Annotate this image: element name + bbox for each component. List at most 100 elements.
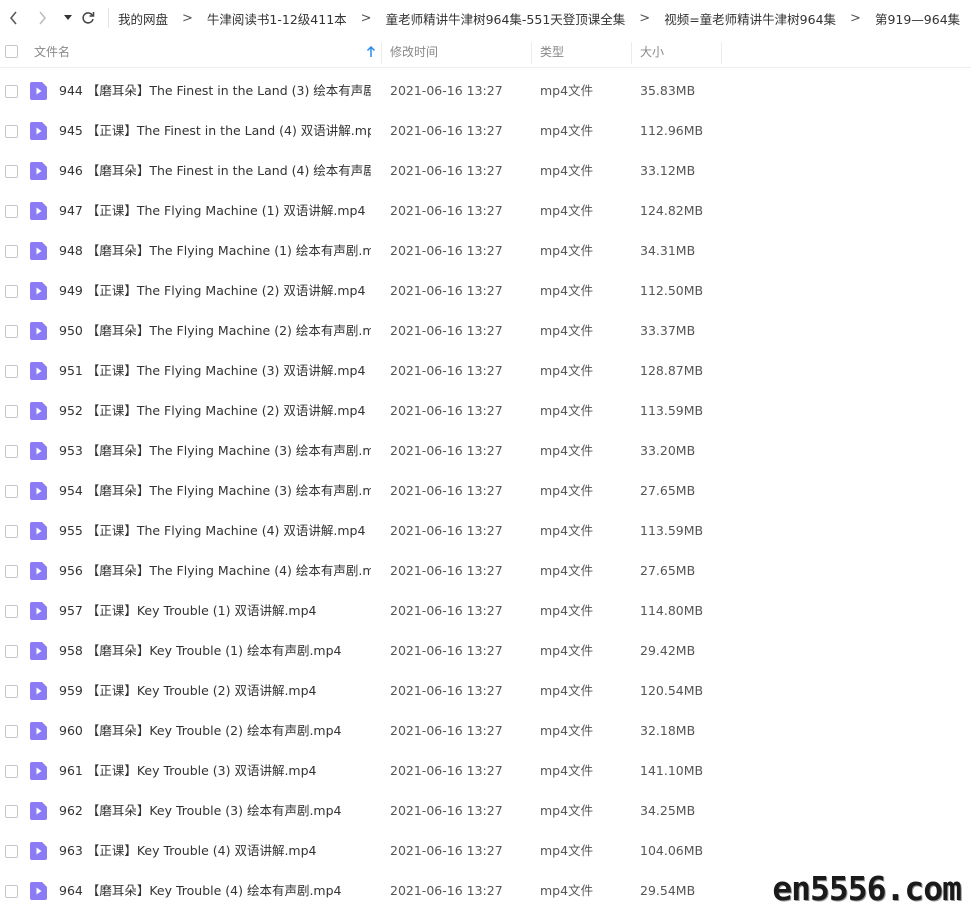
file-name[interactable]: 945 【正课】The Finest in the Land (4) 双语讲解.… [59,111,371,151]
row-checkbox[interactable] [5,125,18,138]
row-checkbox[interactable] [5,445,18,458]
file-row[interactable]: 952 【正课】The Flying Machine (2) 双语讲解.mp4 2… [0,391,971,431]
file-name[interactable]: 951 【正课】The Flying Machine (3) 双语讲解.mp4 [59,351,371,391]
file-type: mp4文件 [540,363,594,378]
file-row[interactable]: 951 【正课】The Flying Machine (3) 双语讲解.mp4 2… [0,351,971,391]
file-row[interactable]: 953 【磨耳朵】The Flying Machine (3) 绘本有声剧.mp… [0,431,971,471]
breadcrumb-separator[interactable]: > [850,11,861,26]
row-checkbox[interactable] [5,325,18,338]
row-checkbox[interactable] [5,565,18,578]
file-size: 128.87MB [640,363,704,378]
file-name[interactable]: 962 【磨耳朵】Key Trouble (3) 绘本有声剧.mp4 [59,791,371,831]
row-checkbox[interactable] [5,645,18,658]
caret-down-icon [64,15,72,20]
breadcrumb-item[interactable]: 童老师精讲牛津树964集-551天登顶课全集 [386,9,626,28]
sort-ascending-icon[interactable] [366,46,376,58]
file-name[interactable]: 948 【磨耳朵】The Flying Machine (1) 绘本有声剧.mp… [59,231,371,271]
row-checkbox[interactable] [5,685,18,698]
row-checkbox[interactable] [5,725,18,738]
row-checkbox[interactable] [5,765,18,778]
file-type: mp4文件 [540,403,594,418]
file-row[interactable]: 946 【磨耳朵】The Finest in the Land (4) 绘本有声… [0,151,971,191]
row-checkbox[interactable] [5,365,18,378]
file-size: 34.31MB [640,243,696,258]
file-row[interactable]: 948 【磨耳朵】The Flying Machine (1) 绘本有声剧.mp… [0,231,971,271]
refresh-button[interactable] [78,8,98,28]
file-row[interactable]: 944 【磨耳朵】The Finest in the Land (3) 绘本有声… [0,71,971,111]
video-file-icon [30,122,47,140]
file-name[interactable]: 958 【磨耳朵】Key Trouble (1) 绘本有声剧.mp4 [59,631,371,671]
video-file-icon [30,242,47,260]
back-button[interactable] [4,8,24,28]
file-row[interactable]: 960 【磨耳朵】Key Trouble (2) 绘本有声剧.mp4 2021-0… [0,711,971,751]
file-name[interactable]: 954 【磨耳朵】The Flying Machine (3) 绘本有声剧.mp… [59,471,371,511]
file-row[interactable]: 963 【正课】Key Trouble (4) 双语讲解.mp4 2021-06-… [0,831,971,871]
video-file-icon [30,162,47,180]
file-row[interactable]: 959 【正课】Key Trouble (2) 双语讲解.mp4 2021-06-… [0,671,971,711]
file-name[interactable]: 950 【磨耳朵】The Flying Machine (2) 绘本有声剧.mp… [59,311,371,351]
file-name[interactable]: 946 【磨耳朵】The Finest in the Land (4) 绘本有声… [59,151,371,191]
refresh-icon [82,12,95,24]
row-checkbox[interactable] [5,205,18,218]
toolbar-divider [108,8,109,28]
file-name[interactable]: 963 【正课】Key Trouble (4) 双语讲解.mp4 [59,831,371,871]
breadcrumb-item[interactable]: 第919—964集 [875,9,960,28]
file-row[interactable]: 945 【正课】The Finest in the Land (4) 双语讲解.… [0,111,971,151]
row-checkbox[interactable] [5,85,18,98]
file-name[interactable]: 957 【正课】Key Trouble (1) 双语讲解.mp4 [59,591,371,631]
file-name[interactable]: 959 【正课】Key Trouble (2) 双语讲解.mp4 [59,671,371,711]
file-row[interactable]: 957 【正课】Key Trouble (1) 双语讲解.mp4 2021-06-… [0,591,971,631]
file-row[interactable]: 954 【磨耳朵】The Flying Machine (3) 绘本有声剧.mp… [0,471,971,511]
video-file-icon [30,602,47,620]
row-checkbox[interactable] [5,845,18,858]
file-name[interactable]: 960 【磨耳朵】Key Trouble (2) 绘本有声剧.mp4 [59,711,371,751]
file-name[interactable]: 964 【磨耳朵】Key Trouble (4) 绘本有声剧.mp4 [59,871,371,910]
file-modified: 2021-06-16 13:27 [390,763,503,778]
file-name[interactable]: 944 【磨耳朵】The Finest in the Land (3) 绘本有声… [59,71,371,111]
file-row[interactable]: 956 【磨耳朵】The Flying Machine (4) 绘本有声剧.mp… [0,551,971,591]
file-row[interactable]: 949 【正课】The Flying Machine (2) 双语讲解.mp4 2… [0,271,971,311]
row-checkbox[interactable] [5,245,18,258]
column-header-name[interactable]: 文件名 [34,36,70,68]
file-name[interactable]: 953 【磨耳朵】The Flying Machine (3) 绘本有声剧.mp… [59,431,371,471]
row-checkbox[interactable] [5,485,18,498]
file-type: mp4文件 [540,803,594,818]
row-checkbox[interactable] [5,285,18,298]
row-checkbox[interactable] [5,605,18,618]
file-row[interactable]: 961 【正课】Key Trouble (3) 双语讲解.mp4 2021-06-… [0,751,971,791]
file-row[interactable]: 962 【磨耳朵】Key Trouble (3) 绘本有声剧.mp4 2021-0… [0,791,971,831]
breadcrumb-item[interactable]: 牛津阅读书1-12级411本 [207,9,347,28]
breadcrumb-separator[interactable]: > [361,11,372,26]
column-divider[interactable] [721,42,722,64]
column-divider[interactable] [381,42,382,64]
row-checkbox[interactable] [5,525,18,538]
file-type: mp4文件 [540,323,594,338]
column-header-size[interactable]: 大小 [640,36,664,68]
history-dropdown-button[interactable] [58,8,78,28]
row-checkbox[interactable] [5,805,18,818]
column-header-modified[interactable]: 修改时间 [390,36,438,68]
breadcrumb-separator[interactable]: > [182,11,193,26]
file-row[interactable]: 958 【磨耳朵】Key Trouble (1) 绘本有声剧.mp4 2021-0… [0,631,971,671]
forward-button[interactable] [32,8,52,28]
row-checkbox[interactable] [5,165,18,178]
file-name[interactable]: 947 【正课】The Flying Machine (1) 双语讲解.mp4 [59,191,371,231]
row-checkbox[interactable] [5,885,18,898]
breadcrumb-item[interactable]: 视频=童老师精讲牛津树964集 [664,9,836,28]
file-row[interactable]: 955 【正课】The Flying Machine (4) 双语讲解.mp4 2… [0,511,971,551]
file-name[interactable]: 955 【正课】The Flying Machine (4) 双语讲解.mp4 [59,511,371,551]
file-name[interactable]: 961 【正课】Key Trouble (3) 双语讲解.mp4 [59,751,371,791]
select-all-checkbox[interactable] [5,45,18,58]
breadcrumb-item[interactable]: 我的网盘 [118,9,168,28]
column-divider[interactable] [531,42,532,64]
file-row[interactable]: 950 【磨耳朵】The Flying Machine (2) 绘本有声剧.mp… [0,311,971,351]
file-type: mp4文件 [540,523,594,538]
file-name[interactable]: 949 【正课】The Flying Machine (2) 双语讲解.mp4 [59,271,371,311]
file-name[interactable]: 956 【磨耳朵】The Flying Machine (4) 绘本有声剧.mp… [59,551,371,591]
column-divider[interactable] [631,42,632,64]
row-checkbox[interactable] [5,405,18,418]
breadcrumb-separator[interactable]: > [639,11,650,26]
file-row[interactable]: 947 【正课】The Flying Machine (1) 双语讲解.mp4 2… [0,191,971,231]
column-header-type[interactable]: 类型 [540,36,564,68]
file-name[interactable]: 952 【正课】The Flying Machine (2) 双语讲解.mp4 [59,391,371,431]
